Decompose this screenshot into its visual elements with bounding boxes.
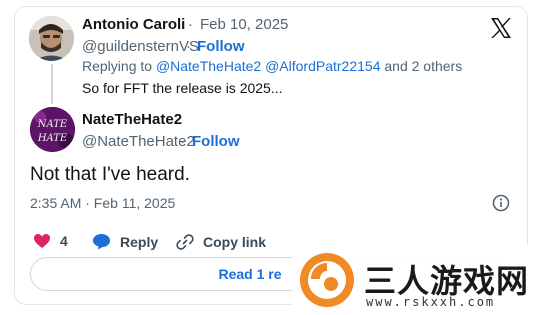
- avatar-natethehate2[interactable]: NATE HATE: [30, 107, 75, 152]
- replying-prefix: Replying to: [82, 58, 153, 74]
- avatar-antonio-caroli[interactable]: [29, 16, 74, 61]
- replying-to-line: Replying to @NateTheHate2 @AlfordPatr221…: [82, 58, 462, 74]
- link-icon: [176, 234, 194, 250]
- parent-date[interactable]: Feb 10, 2025: [200, 16, 288, 33]
- info-icon[interactable]: [492, 194, 510, 212]
- watermark-logo-icon: [300, 253, 354, 307]
- reply-label: Reply: [120, 233, 159, 250]
- parent-separator: ·: [188, 16, 193, 33]
- main-handle-separator: ·: [180, 133, 185, 150]
- copy-link-button[interactable]: Copy link: [176, 233, 266, 251]
- parent-handle[interactable]: @guildensternVS: [82, 38, 199, 55]
- watermark-overlay: 三人游戏网 www.rskxxh.com: [292, 245, 540, 315]
- heart-icon: [34, 234, 50, 248]
- parent-author-name[interactable]: Antonio Caroli: [82, 16, 185, 33]
- tweet-timestamp[interactable]: 2:35 AM · Feb 11, 2025: [30, 195, 175, 211]
- main-author-name[interactable]: NateTheHate2: [82, 111, 182, 128]
- main-follow-link[interactable]: Follow: [192, 133, 240, 150]
- parent-tweet-text: So for FFT the release is 2025...: [82, 80, 283, 96]
- reply-button[interactable]: Reply: [92, 233, 158, 250]
- avatar-text-line1: NATE: [37, 119, 68, 130]
- reply-bubble-icon: [93, 234, 110, 250]
- like-count: 4: [60, 233, 68, 249]
- parent-handle-separator: ·: [186, 38, 191, 55]
- like-button[interactable]: 4: [33, 233, 68, 249]
- avatar-text-line2: HATE: [37, 133, 68, 144]
- replying-users[interactable]: @NateTheHate2 @AlfordPatr22154: [156, 58, 381, 74]
- thread-connector: [51, 64, 53, 104]
- replying-suffix[interactable]: and 2 others: [384, 58, 462, 74]
- read-replies-label: Read 1 re: [218, 266, 282, 282]
- watermark-url: www.rskxxh.com: [366, 295, 496, 309]
- parent-follow-link[interactable]: Follow: [197, 38, 245, 55]
- main-tweet-text: Not that I've heard.: [30, 164, 190, 185]
- x-logo-icon[interactable]: [489, 16, 513, 40]
- copy-link-label: Copy link: [203, 234, 267, 250]
- main-handle[interactable]: @NateTheHate2: [82, 133, 195, 150]
